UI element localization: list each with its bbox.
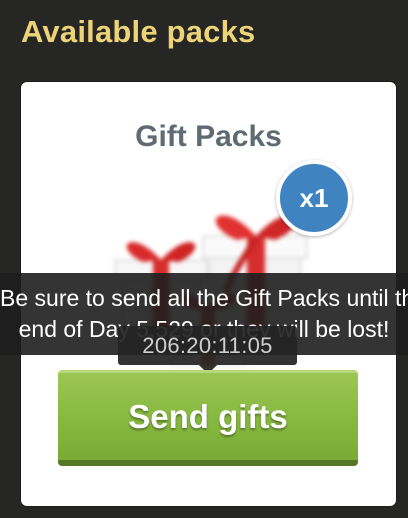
section-heading: Available packs	[21, 14, 256, 49]
pack-count-badge: x1	[276, 160, 352, 236]
send-gifts-button[interactable]: Send gifts	[58, 370, 358, 466]
pack-title: Gift Packs	[135, 120, 282, 153]
warning-line-1: Be sure to send all the Gift Packs until…	[0, 285, 408, 311]
countdown-timer: 206:20:11:05	[118, 326, 297, 374]
